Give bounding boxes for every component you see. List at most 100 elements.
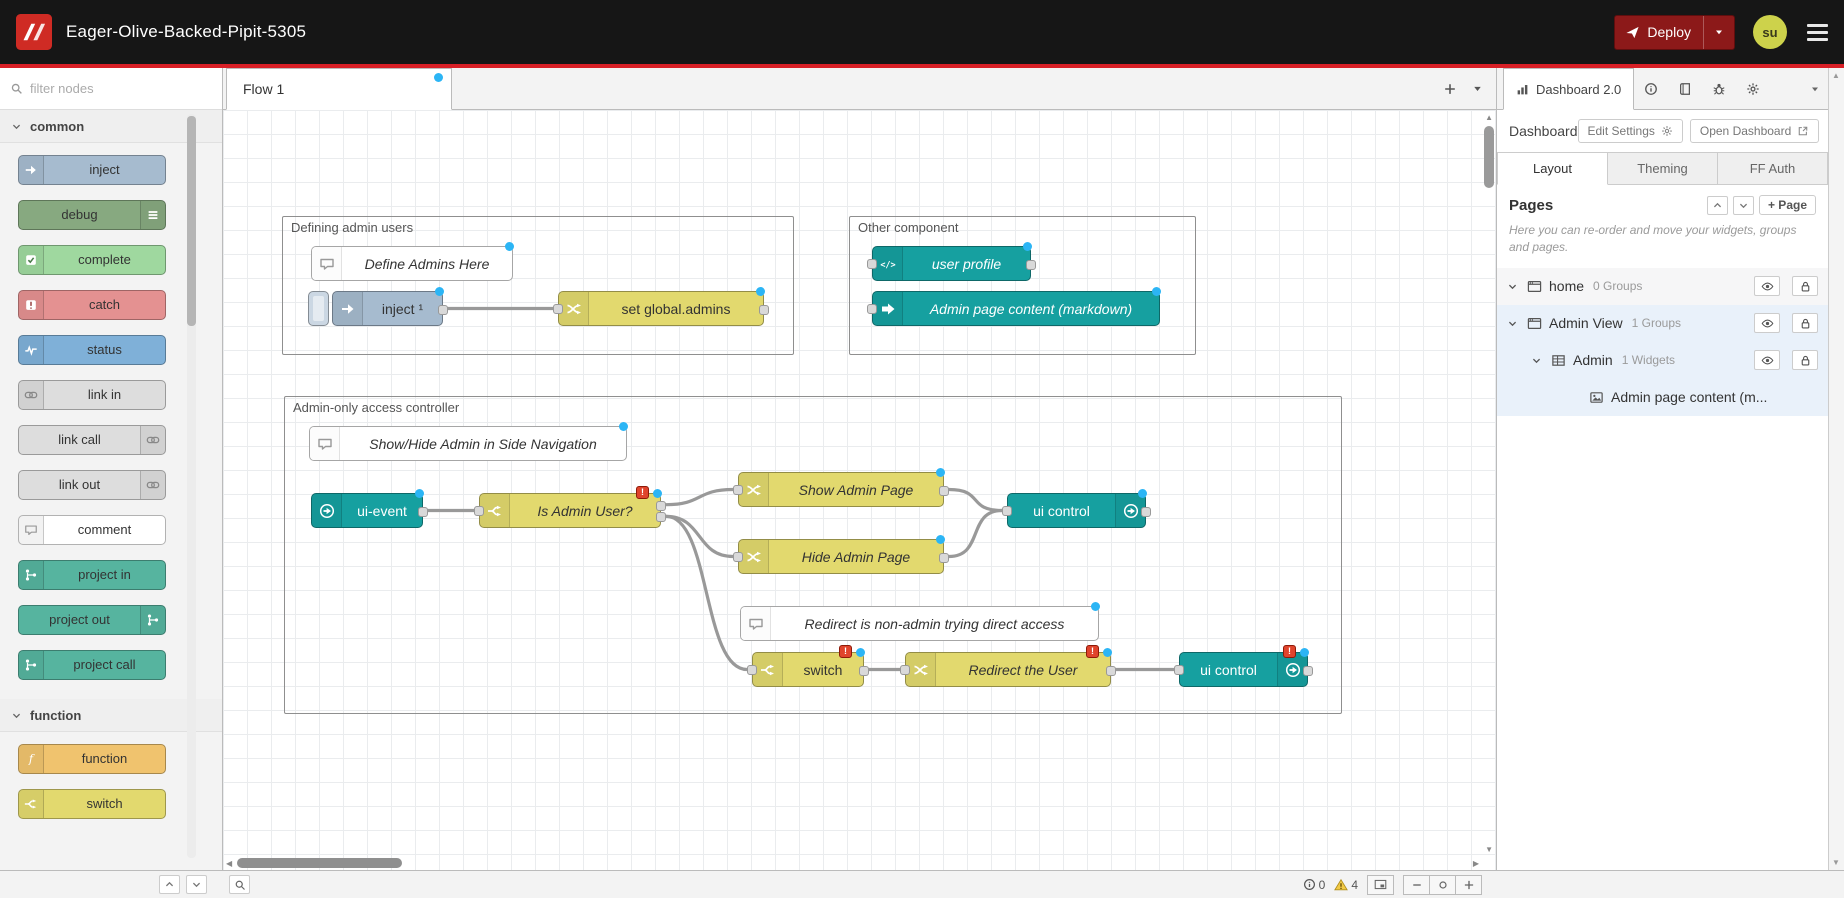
palette-filter-input[interactable]	[30, 81, 180, 96]
input-port[interactable]	[867, 259, 877, 269]
node-user-profile[interactable]: </>user profile	[872, 246, 1031, 281]
toggle-navigator-button[interactable]	[1367, 875, 1394, 895]
canvas-horizontal-scrollbar[interactable]	[223, 856, 1482, 870]
deploy-button[interactable]: Deploy	[1614, 15, 1735, 50]
zoom-in-button[interactable]	[1455, 875, 1482, 895]
expand-palette-categories-button[interactable]	[186, 875, 207, 894]
user-avatar[interactable]: su	[1753, 15, 1787, 49]
output-port[interactable]	[1106, 666, 1116, 676]
main-menu-button[interactable]	[1807, 20, 1828, 45]
wire-isadmin-to-switch1[interactable]	[666, 516, 747, 669]
sidebar-scrollbar[interactable]	[1828, 68, 1844, 870]
edit-settings-button[interactable]: Edit Settings	[1578, 119, 1683, 143]
node-redirect-the-user[interactable]: Redirect the User	[905, 652, 1111, 687]
tree-row-admin[interactable]: Admin1 Widgets	[1497, 342, 1828, 379]
canvas-vertical-scrollbar[interactable]	[1482, 110, 1496, 856]
node-inject[interactable]: inject ¹	[332, 291, 443, 326]
input-port[interactable]	[1174, 665, 1184, 675]
palette-node-project-call[interactable]: project call	[18, 650, 166, 680]
wire-showadmin-to-uicontrol1[interactable]	[949, 490, 1002, 511]
toggle-lock-button[interactable]	[1792, 276, 1818, 296]
tree-row-admin-page-content-m[interactable]: Admin page content (m...	[1497, 379, 1828, 416]
toggle-visibility-button[interactable]	[1754, 313, 1780, 333]
input-port[interactable]	[1002, 506, 1012, 516]
sidebar-tab-list-button[interactable]	[1802, 68, 1828, 109]
scroll-left-arrow[interactable]	[226, 859, 232, 868]
output-port[interactable]	[418, 507, 428, 517]
node-define-admins-here[interactable]: Define Admins Here	[311, 246, 513, 281]
palette-node-switch[interactable]: switch	[18, 789, 166, 819]
warning-count[interactable]: 4	[1334, 878, 1358, 892]
input-port[interactable]	[733, 552, 743, 562]
flow-list-button[interactable]	[1471, 82, 1484, 95]
tab-info[interactable]	[1634, 68, 1668, 109]
output-port[interactable]	[1303, 666, 1313, 676]
horizontal-scrollbar-thumb[interactable]	[237, 858, 402, 868]
node-ui-event[interactable]: ui-event	[311, 493, 423, 528]
palette-node-inject[interactable]: inject	[18, 155, 166, 185]
input-port[interactable]	[900, 665, 910, 675]
node-hide-admin-page[interactable]: Hide Admin Page	[738, 539, 944, 574]
input-port[interactable]	[733, 485, 743, 495]
tab-help[interactable]	[1668, 68, 1702, 109]
deploy-options-button[interactable]	[1703, 16, 1734, 49]
tab-ff-auth[interactable]: FF Auth	[1718, 152, 1828, 185]
palette-scrollbar-thumb[interactable]	[187, 116, 196, 326]
input-port[interactable]	[747, 665, 757, 675]
palette-node-complete[interactable]: complete	[18, 245, 166, 275]
palette-node-status[interactable]: status	[18, 335, 166, 365]
node-switch[interactable]: switch	[752, 652, 864, 687]
input-port[interactable]	[474, 506, 484, 516]
wire-isadmin-to-showadmin[interactable]	[666, 490, 733, 505]
output-port[interactable]	[939, 486, 949, 496]
open-dashboard-button[interactable]: Open Dashboard	[1690, 119, 1819, 143]
tab-config-nodes[interactable]	[1736, 68, 1770, 109]
palette-node-comment[interactable]: comment	[18, 515, 166, 545]
tab-theming[interactable]: Theming	[1608, 152, 1718, 185]
move-page-down-button[interactable]	[1733, 196, 1754, 215]
zoom-out-button[interactable]	[1403, 875, 1430, 895]
palette-node-debug[interactable]: debug	[18, 200, 166, 230]
wire-hideadmin-to-uicontrol1[interactable]	[949, 511, 1002, 557]
tab-dashboard-2[interactable]: Dashboard 2.0	[1503, 68, 1634, 110]
palette-scrollbar[interactable]	[187, 114, 196, 858]
toggle-visibility-button[interactable]	[1754, 350, 1780, 370]
chevron-down-icon[interactable]	[1531, 355, 1544, 366]
output-port[interactable]	[859, 666, 869, 676]
node-red-logo[interactable]	[16, 14, 52, 50]
output-port[interactable]	[656, 512, 666, 522]
wire-isadmin-to-hideadmin[interactable]	[666, 516, 733, 556]
scroll-down-arrow[interactable]	[1485, 845, 1493, 854]
node-is-admin-user[interactable]: Is Admin User?	[479, 493, 661, 528]
chevron-down-icon[interactable]	[1507, 281, 1520, 292]
toggle-lock-button[interactable]	[1792, 313, 1818, 333]
node-ui-control[interactable]: ui control	[1179, 652, 1308, 687]
output-port[interactable]	[759, 305, 769, 315]
tab-layout[interactable]: Layout	[1497, 152, 1608, 185]
add-page-button[interactable]: + Page	[1759, 195, 1816, 215]
error-count[interactable]: 0	[1303, 878, 1326, 892]
scroll-up-arrow[interactable]	[1485, 113, 1493, 122]
palette-node-project-out[interactable]: project out	[18, 605, 166, 635]
output-port[interactable]	[656, 501, 666, 511]
scroll-right-arrow[interactable]	[1473, 859, 1479, 868]
output-port[interactable]	[939, 553, 949, 563]
tree-row-home[interactable]: home0 Groups	[1497, 268, 1828, 305]
vertical-scrollbar-thumb[interactable]	[1484, 126, 1494, 188]
palette-node-link-in[interactable]: link in	[18, 380, 166, 410]
tree-row-admin-view[interactable]: Admin View1 Groups	[1497, 305, 1828, 342]
output-port[interactable]	[1141, 507, 1151, 517]
palette-node-link-call[interactable]: link call	[18, 425, 166, 455]
node-show-hide-admin-in-side-navigation[interactable]: Show/Hide Admin in Side Navigation	[309, 426, 627, 461]
node-set-global-admins[interactable]: set global.admins	[558, 291, 764, 326]
palette-node-project-in[interactable]: project in	[18, 560, 166, 590]
chevron-down-icon[interactable]	[1507, 318, 1520, 329]
input-port[interactable]	[867, 304, 877, 314]
toggle-lock-button[interactable]	[1792, 350, 1818, 370]
collapse-palette-categories-button[interactable]	[159, 875, 180, 894]
zoom-reset-button[interactable]	[1429, 875, 1456, 895]
search-flows-button[interactable]	[229, 875, 250, 894]
node-redirect-is-non-admin-trying-direct-access[interactable]: Redirect is non-admin trying direct acce…	[740, 606, 1099, 641]
node-admin-page-content-markdown[interactable]: Admin page content (markdown)	[872, 291, 1160, 326]
palette-node-function[interactable]: ffunction	[18, 744, 166, 774]
